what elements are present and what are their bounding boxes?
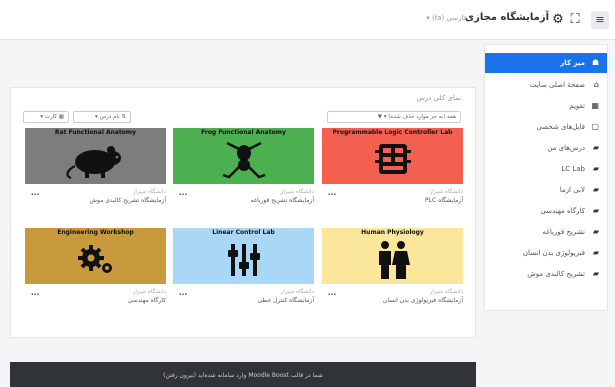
rat-icon xyxy=(25,138,166,182)
grid-icon: ▦ xyxy=(58,114,64,120)
sort-icon: ⇅ xyxy=(121,114,126,120)
sidebar-item-course[interactable]: ▰لابی ازما xyxy=(485,180,607,200)
course-card[interactable]: Programmable Logic Controller Lab ⋯ دانش… xyxy=(322,128,463,204)
course-image[interactable]: Human Physiology xyxy=(322,228,463,284)
filter-dropdown[interactable]: همه (به جز موارد حذف شده) ▾ ▼ xyxy=(327,111,461,123)
course-card[interactable]: Linear Control Lab ⋯ دانشگاه شیراز آزمای… xyxy=(173,228,314,304)
graduation-icon: ▰ xyxy=(592,185,599,194)
course-image[interactable]: Engineering Workshop xyxy=(25,228,166,284)
course-menu-button[interactable]: ⋯ xyxy=(31,190,39,199)
plc-icon xyxy=(322,138,463,182)
block-title: نمای کلی درس xyxy=(416,94,461,102)
course-image[interactable]: Linear Control Lab xyxy=(173,228,314,284)
sidebar-item-course[interactable]: ▰تشریح کالبدی موش xyxy=(485,264,607,284)
course-menu-button[interactable]: ⋯ xyxy=(328,290,336,299)
dashboard-icon: ☗ xyxy=(591,58,599,67)
gears-icon xyxy=(25,238,166,282)
course-image[interactable]: Frog Functional Anatomy xyxy=(173,128,314,184)
sort-dropdown[interactable]: ⇅ نام درس ▾ xyxy=(73,111,131,123)
course-name[interactable]: آزمایشگاه تشریح کالبدی موش xyxy=(90,197,166,204)
graduation-icon: ▰ xyxy=(592,206,599,215)
course-overview-block: نمای کلی درس همه (به جز موارد حذف شده) ▾… xyxy=(10,87,476,338)
sliders-icon xyxy=(173,238,314,282)
filter-icon: ▼ xyxy=(377,114,382,120)
course-menu-button[interactable]: ⋯ xyxy=(328,190,336,199)
course-card[interactable]: Engineering Workshop ⋯ دانشگاه شیراز کار… xyxy=(25,228,166,304)
graduation-icon: ▰ xyxy=(592,164,599,173)
sidebar-item-site-home[interactable]: ⌂صفحهٔ اصلی سایت xyxy=(485,75,607,95)
graduation-icon: ▰ xyxy=(592,269,599,278)
footer-text: شما در قالب Moodle Boost وارد سامانه شده… xyxy=(163,372,323,379)
course-card[interactable]: Rat Functional Anatomy ⋯ دانشگاه شیراز آ… xyxy=(25,128,166,204)
sidebar-item-course[interactable]: ▰تشریح قورباغه xyxy=(485,222,607,242)
sidebar-item-course[interactable]: ▰کارگاه مهندسی xyxy=(485,201,607,221)
page-footer: شما در قالب Moodle Boost وارد سامانه شده… xyxy=(10,362,476,387)
sidebar-item-course[interactable]: ▰LC Lab xyxy=(485,159,607,179)
language-selector[interactable]: فارسی (fa) ▾ xyxy=(426,14,467,22)
sidebar-item-my-courses[interactable]: ▰درس‌های من xyxy=(485,138,607,158)
calendar-icon: ▦ xyxy=(591,101,599,110)
graduation-icon: ▰ xyxy=(592,143,599,152)
course-menu-button[interactable]: ⋯ xyxy=(31,290,39,299)
graduation-icon: ▰ xyxy=(592,248,599,257)
course-name[interactable]: آزمایشگاه کنترل خطی xyxy=(257,297,314,304)
course-name[interactable]: کارگاه مهندسی xyxy=(128,297,166,304)
course-name[interactable]: آزمایشگاه فیزیولوژی بدن انسان xyxy=(383,297,463,304)
course-menu-button[interactable]: ⋯ xyxy=(179,190,187,199)
home-icon: ⌂ xyxy=(593,80,599,89)
sidebar: ☗میز کار ⌂صفحهٔ اصلی سایت ▦تقویم ▢فایل‌ه… xyxy=(484,44,608,311)
top-navbar: ≡ ⛶ ⚙ آزمایشگاه مجازی فارسی (fa) ▾ xyxy=(0,0,615,40)
view-dropdown[interactable]: ▦ کارت ▾ xyxy=(23,111,69,123)
course-menu-button[interactable]: ⋯ xyxy=(179,290,187,299)
sidebar-item-dashboard[interactable]: ☗میز کار xyxy=(485,53,607,73)
course-card[interactable]: Human Physiology ⋯ دانشگاه شیراز آزمایشگ… xyxy=(322,228,463,304)
human-body-icon xyxy=(322,238,463,282)
site-brand[interactable]: آزمایشگاه مجازی xyxy=(465,12,549,23)
frog-icon xyxy=(173,138,314,182)
sidebar-item-course[interactable]: ▰فیزیولوژی بدن انسان xyxy=(485,243,607,263)
course-name[interactable]: آزمایشگاه PLC xyxy=(425,197,463,204)
course-card[interactable]: Frog Functional Anatomy ⋯ دانشگاه شیراز … xyxy=(173,128,314,204)
fullscreen-icon[interactable]: ⛶ xyxy=(567,12,583,28)
gear-icon[interactable]: ⚙ xyxy=(550,12,566,28)
sidebar-item-private-files[interactable]: ▢فایل‌های شخصی xyxy=(485,117,607,137)
course-name[interactable]: آزمایشگاه تشریح قورباغه xyxy=(251,197,314,204)
sidebar-item-calendar[interactable]: ▦تقویم xyxy=(485,96,607,116)
file-icon: ▢ xyxy=(591,122,599,131)
course-image[interactable]: Programmable Logic Controller Lab xyxy=(322,128,463,184)
hamburger-icon[interactable]: ≡ xyxy=(591,11,609,29)
graduation-icon: ▰ xyxy=(592,227,599,236)
course-image[interactable]: Rat Functional Anatomy xyxy=(25,128,166,184)
